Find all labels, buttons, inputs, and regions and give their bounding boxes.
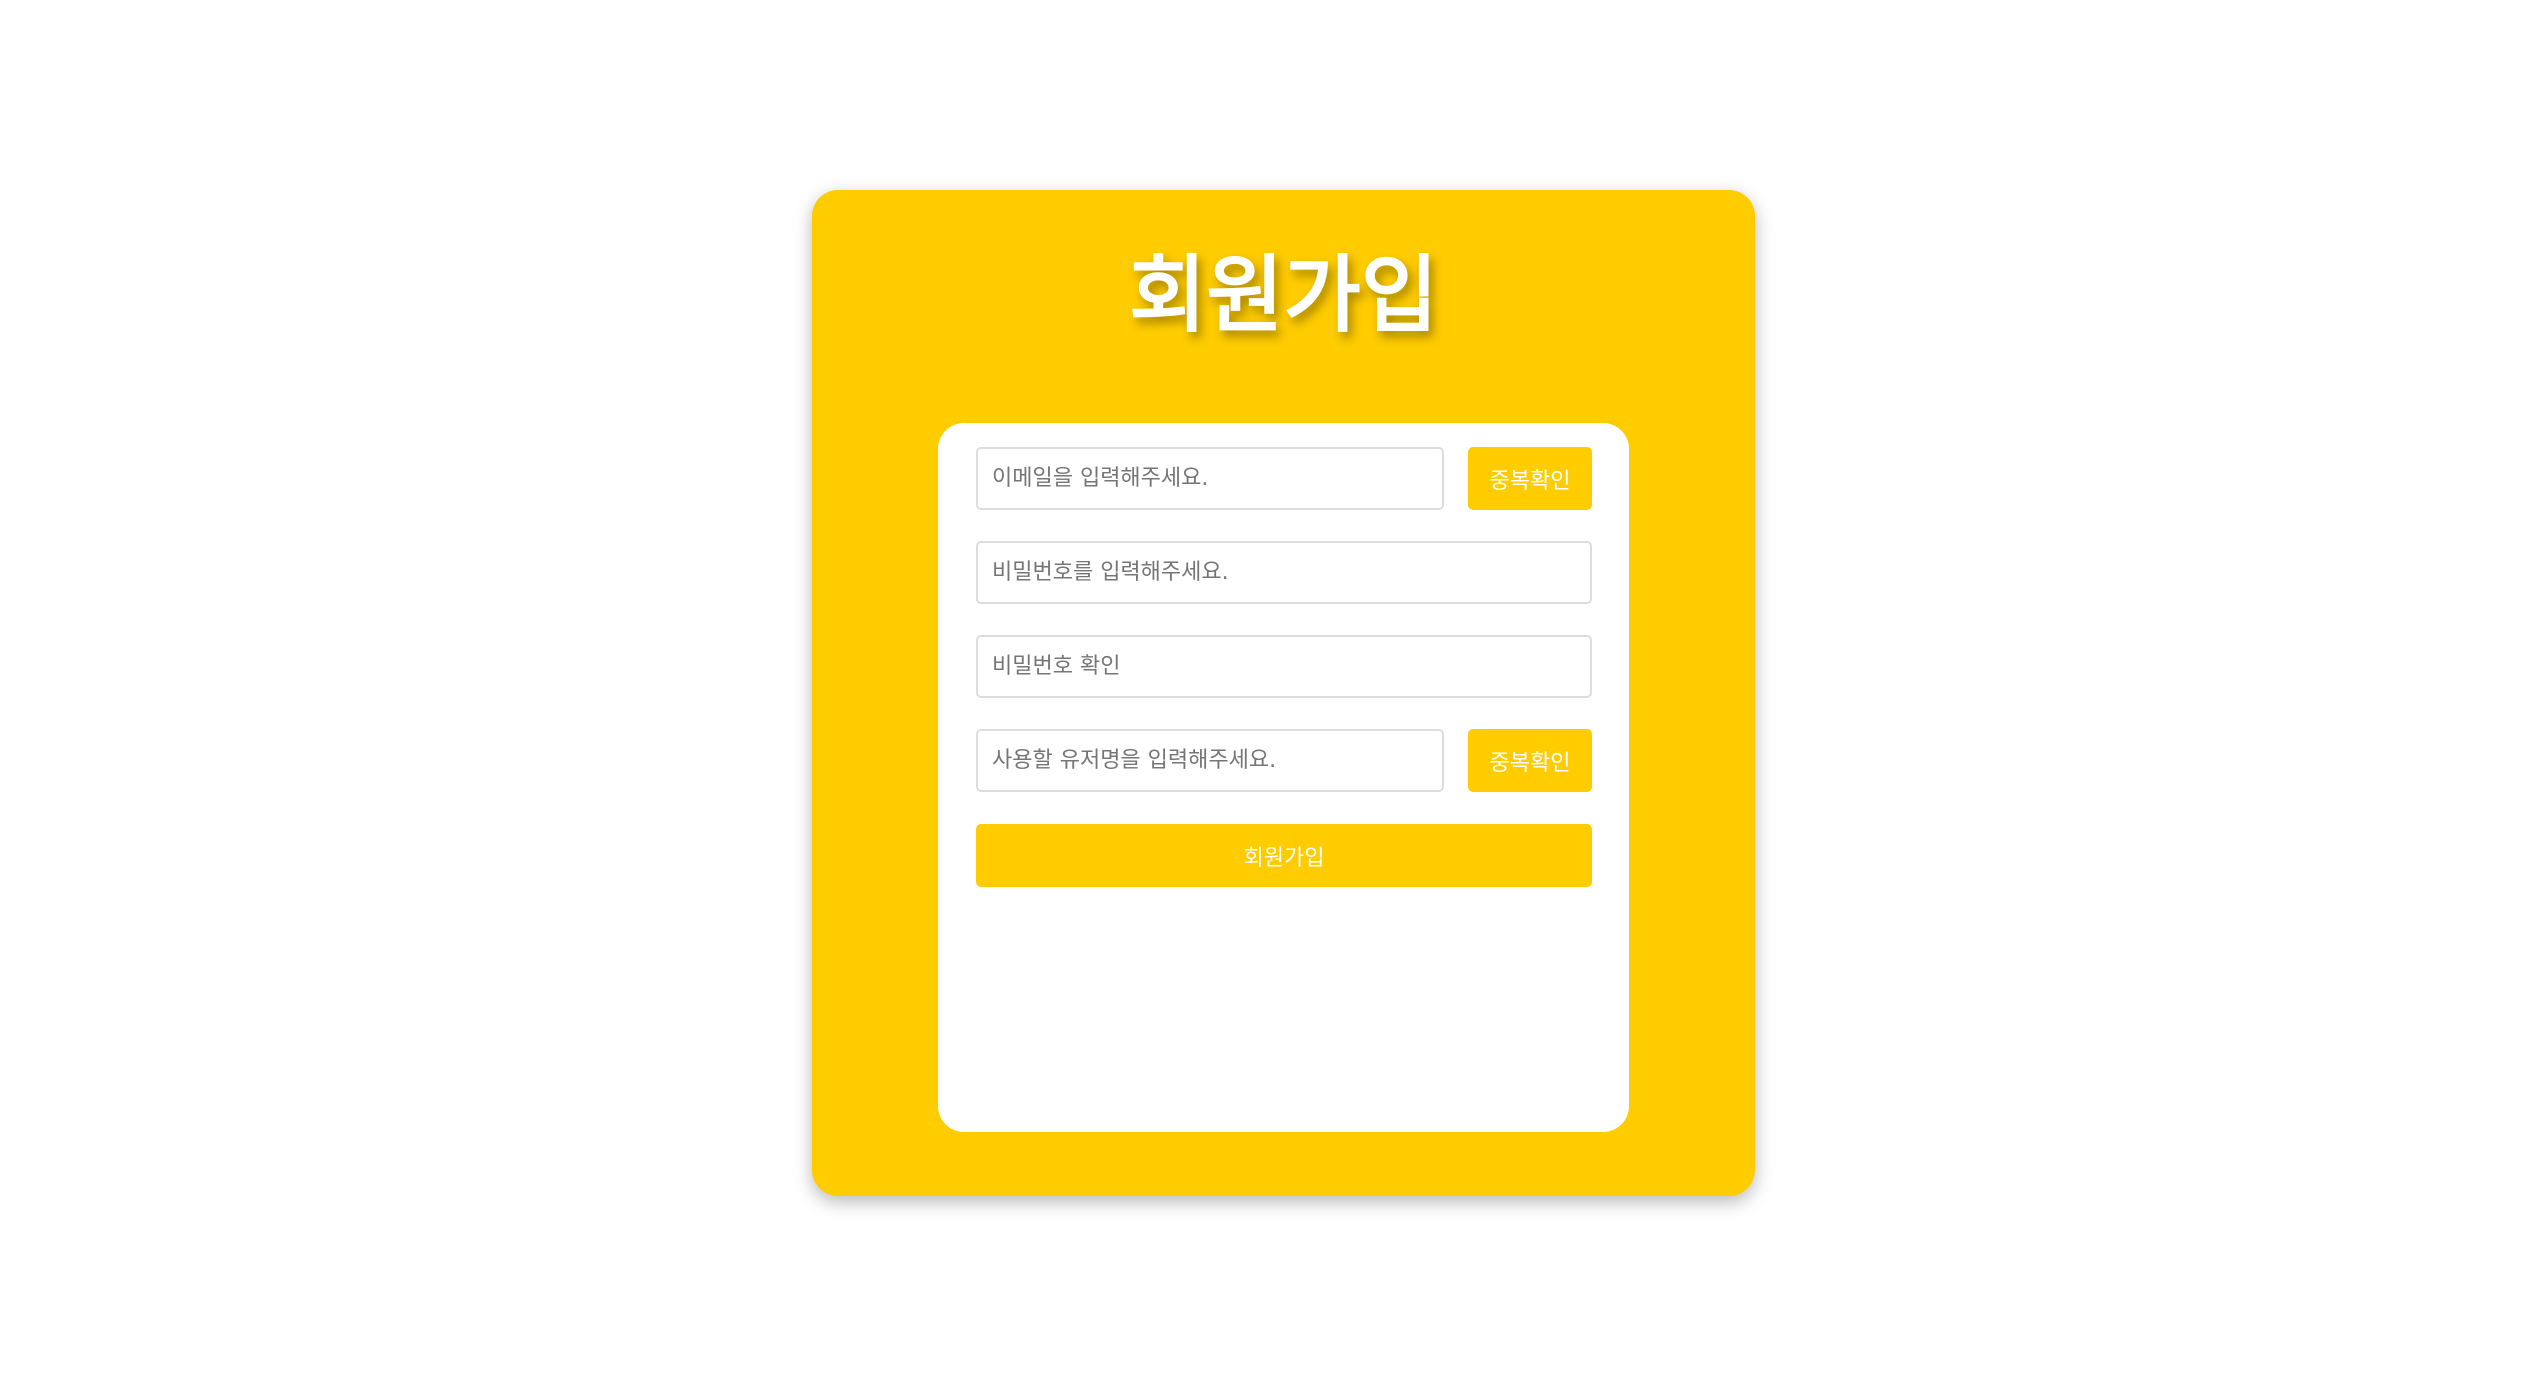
signup-card: 회원가입 중복확인 중복확인 회원가입	[812, 190, 1755, 1196]
page: 회원가입 중복확인 중복확인 회원가입	[0, 0, 2547, 1376]
page-title: 회원가입	[1128, 246, 1439, 344]
email-duplicate-check-button[interactable]: 중복확인	[1468, 447, 1592, 510]
password-input[interactable]	[976, 541, 1592, 604]
email-input[interactable]	[976, 447, 1444, 510]
username-duplicate-check-button[interactable]: 중복확인	[1468, 729, 1592, 792]
password-confirm-input[interactable]	[976, 635, 1592, 698]
signup-submit-button[interactable]: 회원가입	[976, 824, 1592, 887]
signup-form: 중복확인 중복확인 회원가입	[938, 423, 1629, 1132]
username-input[interactable]	[976, 729, 1444, 792]
